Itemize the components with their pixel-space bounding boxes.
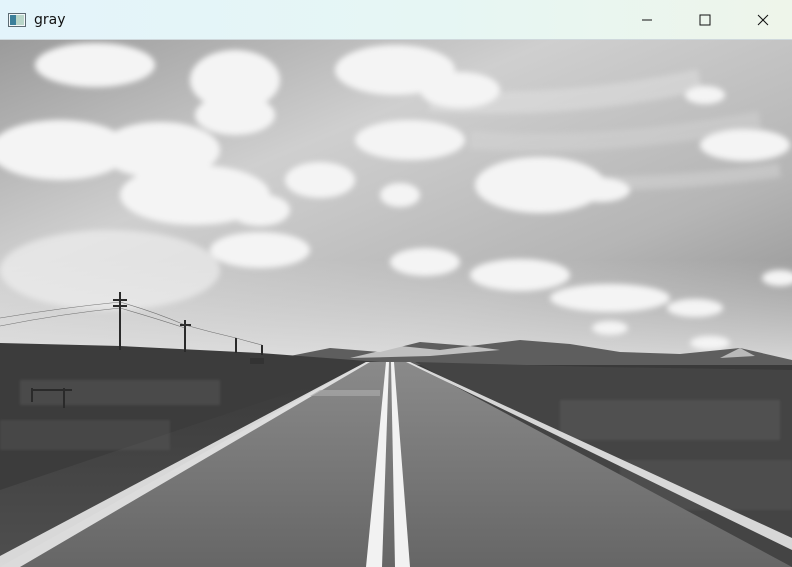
maximize-button[interactable] — [676, 0, 734, 40]
image-viewer-window: gray — [0, 0, 792, 567]
window-title: gray — [34, 11, 66, 28]
title-bar[interactable]: gray — [0, 0, 792, 40]
close-button[interactable] — [734, 0, 792, 40]
maximize-icon — [699, 14, 711, 26]
minimize-button[interactable] — [618, 0, 676, 40]
road-sign — [250, 358, 264, 364]
close-icon — [757, 14, 769, 26]
app-icon — [8, 12, 26, 27]
road-patch — [310, 390, 380, 396]
minimize-icon — [642, 19, 652, 21]
grayscale-road-photo — [0, 40, 792, 567]
window-controls — [618, 0, 792, 40]
